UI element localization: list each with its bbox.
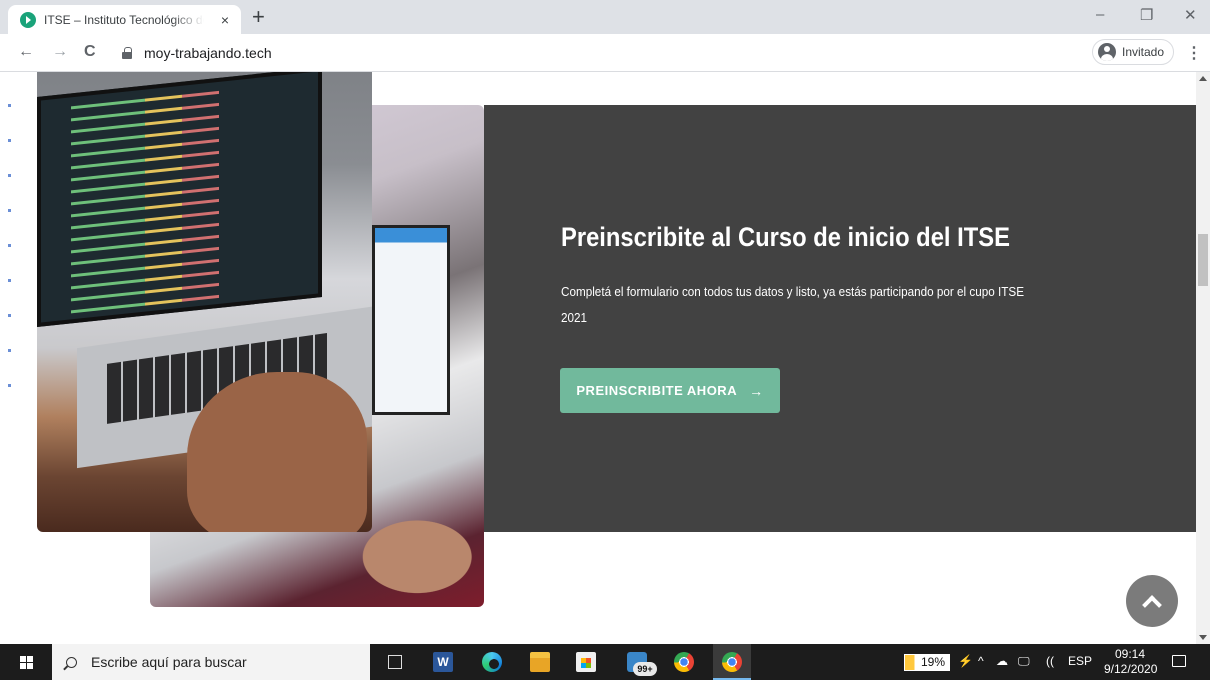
browser-tab-active[interactable]: ITSE – Instituto Tecnológico de Santiago…: [8, 5, 241, 34]
new-tab-button[interactable]: +: [252, 6, 265, 28]
site-favicon-icon: [20, 11, 36, 28]
word-app-icon[interactable]: W: [433, 652, 453, 672]
guest-avatar-icon: [1098, 43, 1116, 61]
browser-menu-icon[interactable]: ⋮: [1186, 43, 1202, 63]
reload-icon[interactable]: C: [84, 43, 96, 61]
clock-date: 9/12/2020: [1104, 662, 1158, 676]
lock-icon[interactable]: [122, 47, 132, 59]
chrome-app-icon[interactable]: [674, 652, 694, 672]
chevron-up-icon: [1142, 594, 1162, 615]
restore-icon[interactable]: ❐: [1140, 6, 1153, 24]
chrome-active-app-icon[interactable]: [722, 652, 742, 672]
minimize-icon[interactable]: –: [1096, 6, 1104, 23]
address-bar[interactable]: moy-trabajando.tech: [112, 39, 992, 67]
notification-center-icon[interactable]: [1172, 655, 1186, 667]
promo-headline: Preinscribite al Curso de inicio del ITS…: [561, 222, 1010, 252]
profile-button[interactable]: Invitado: [1092, 39, 1174, 65]
forward-arrow-icon[interactable]: →: [52, 43, 68, 61]
wifi-icon[interactable]: ((: [1046, 654, 1054, 668]
store-app-icon[interactable]: [576, 652, 596, 672]
network-icon[interactable]: 🖵: [1018, 654, 1030, 669]
decorative-dots: [8, 104, 11, 419]
tab-close-icon[interactable]: ×: [217, 12, 233, 28]
taskbar-clock[interactable]: 09:14 9/12/2020: [1104, 647, 1158, 677]
second-laptop-screen: [372, 225, 450, 415]
mail-badge: 99+: [633, 662, 657, 676]
search-icon: [66, 656, 77, 668]
web-page: Preinscribite al Curso de inicio del ITS…: [0, 72, 1196, 644]
arrow-right-icon: →: [749, 382, 764, 399]
browser-toolbar: ← → C moy-trabajando.tech Invitado ⋮: [0, 34, 1210, 72]
laptop-code-photo: [37, 72, 372, 532]
tray-chevron-icon[interactable]: ^: [978, 654, 984, 668]
task-view-icon[interactable]: [388, 655, 402, 669]
windows-taskbar: Escribe aquí para buscar W 99+ 19% ⚡ ^ ☁…: [0, 644, 1210, 680]
laptop-screen-image: [37, 72, 322, 327]
preinscribe-button[interactable]: PREINSCRIBITE AHORA →: [560, 368, 780, 413]
edge-app-icon[interactable]: [482, 652, 502, 672]
scroll-up-arrow-icon[interactable]: [1199, 76, 1207, 81]
promo-description: Completá el formulario con todos tus dat…: [561, 284, 1025, 325]
scroll-to-top-button[interactable]: [1126, 575, 1178, 627]
onedrive-cloud-icon[interactable]: ☁: [996, 654, 1008, 668]
language-indicator[interactable]: ESP: [1068, 654, 1092, 668]
url-text[interactable]: moy-trabajando.tech: [144, 45, 272, 61]
scroll-down-arrow-icon[interactable]: [1199, 635, 1207, 640]
taskbar-search-box[interactable]: Escribe aquí para buscar: [52, 644, 370, 680]
power-plug-icon[interactable]: ⚡: [958, 654, 973, 668]
file-explorer-icon[interactable]: [530, 652, 550, 672]
preinscribe-button-label: PREINSCRIBITE AHORA: [576, 383, 738, 398]
tab-title: ITSE – Instituto Tecnológico de Santiago…: [44, 12, 204, 27]
search-placeholder: Escribe aquí para buscar: [91, 654, 247, 670]
page-scrollbar[interactable]: [1196, 72, 1210, 644]
hand-image: [187, 372, 367, 532]
battery-indicator[interactable]: 19%: [904, 654, 950, 671]
windows-start-icon[interactable]: [20, 656, 33, 669]
scrollbar-thumb[interactable]: [1198, 234, 1208, 286]
clock-time: 09:14: [1114, 647, 1146, 661]
browser-tab-strip: ITSE – Instituto Tecnológico de Santiago…: [0, 0, 1210, 34]
profile-label: Invitado: [1122, 45, 1165, 59]
close-window-icon[interactable]: ✕: [1184, 6, 1197, 24]
back-arrow-icon[interactable]: ←: [18, 43, 34, 61]
